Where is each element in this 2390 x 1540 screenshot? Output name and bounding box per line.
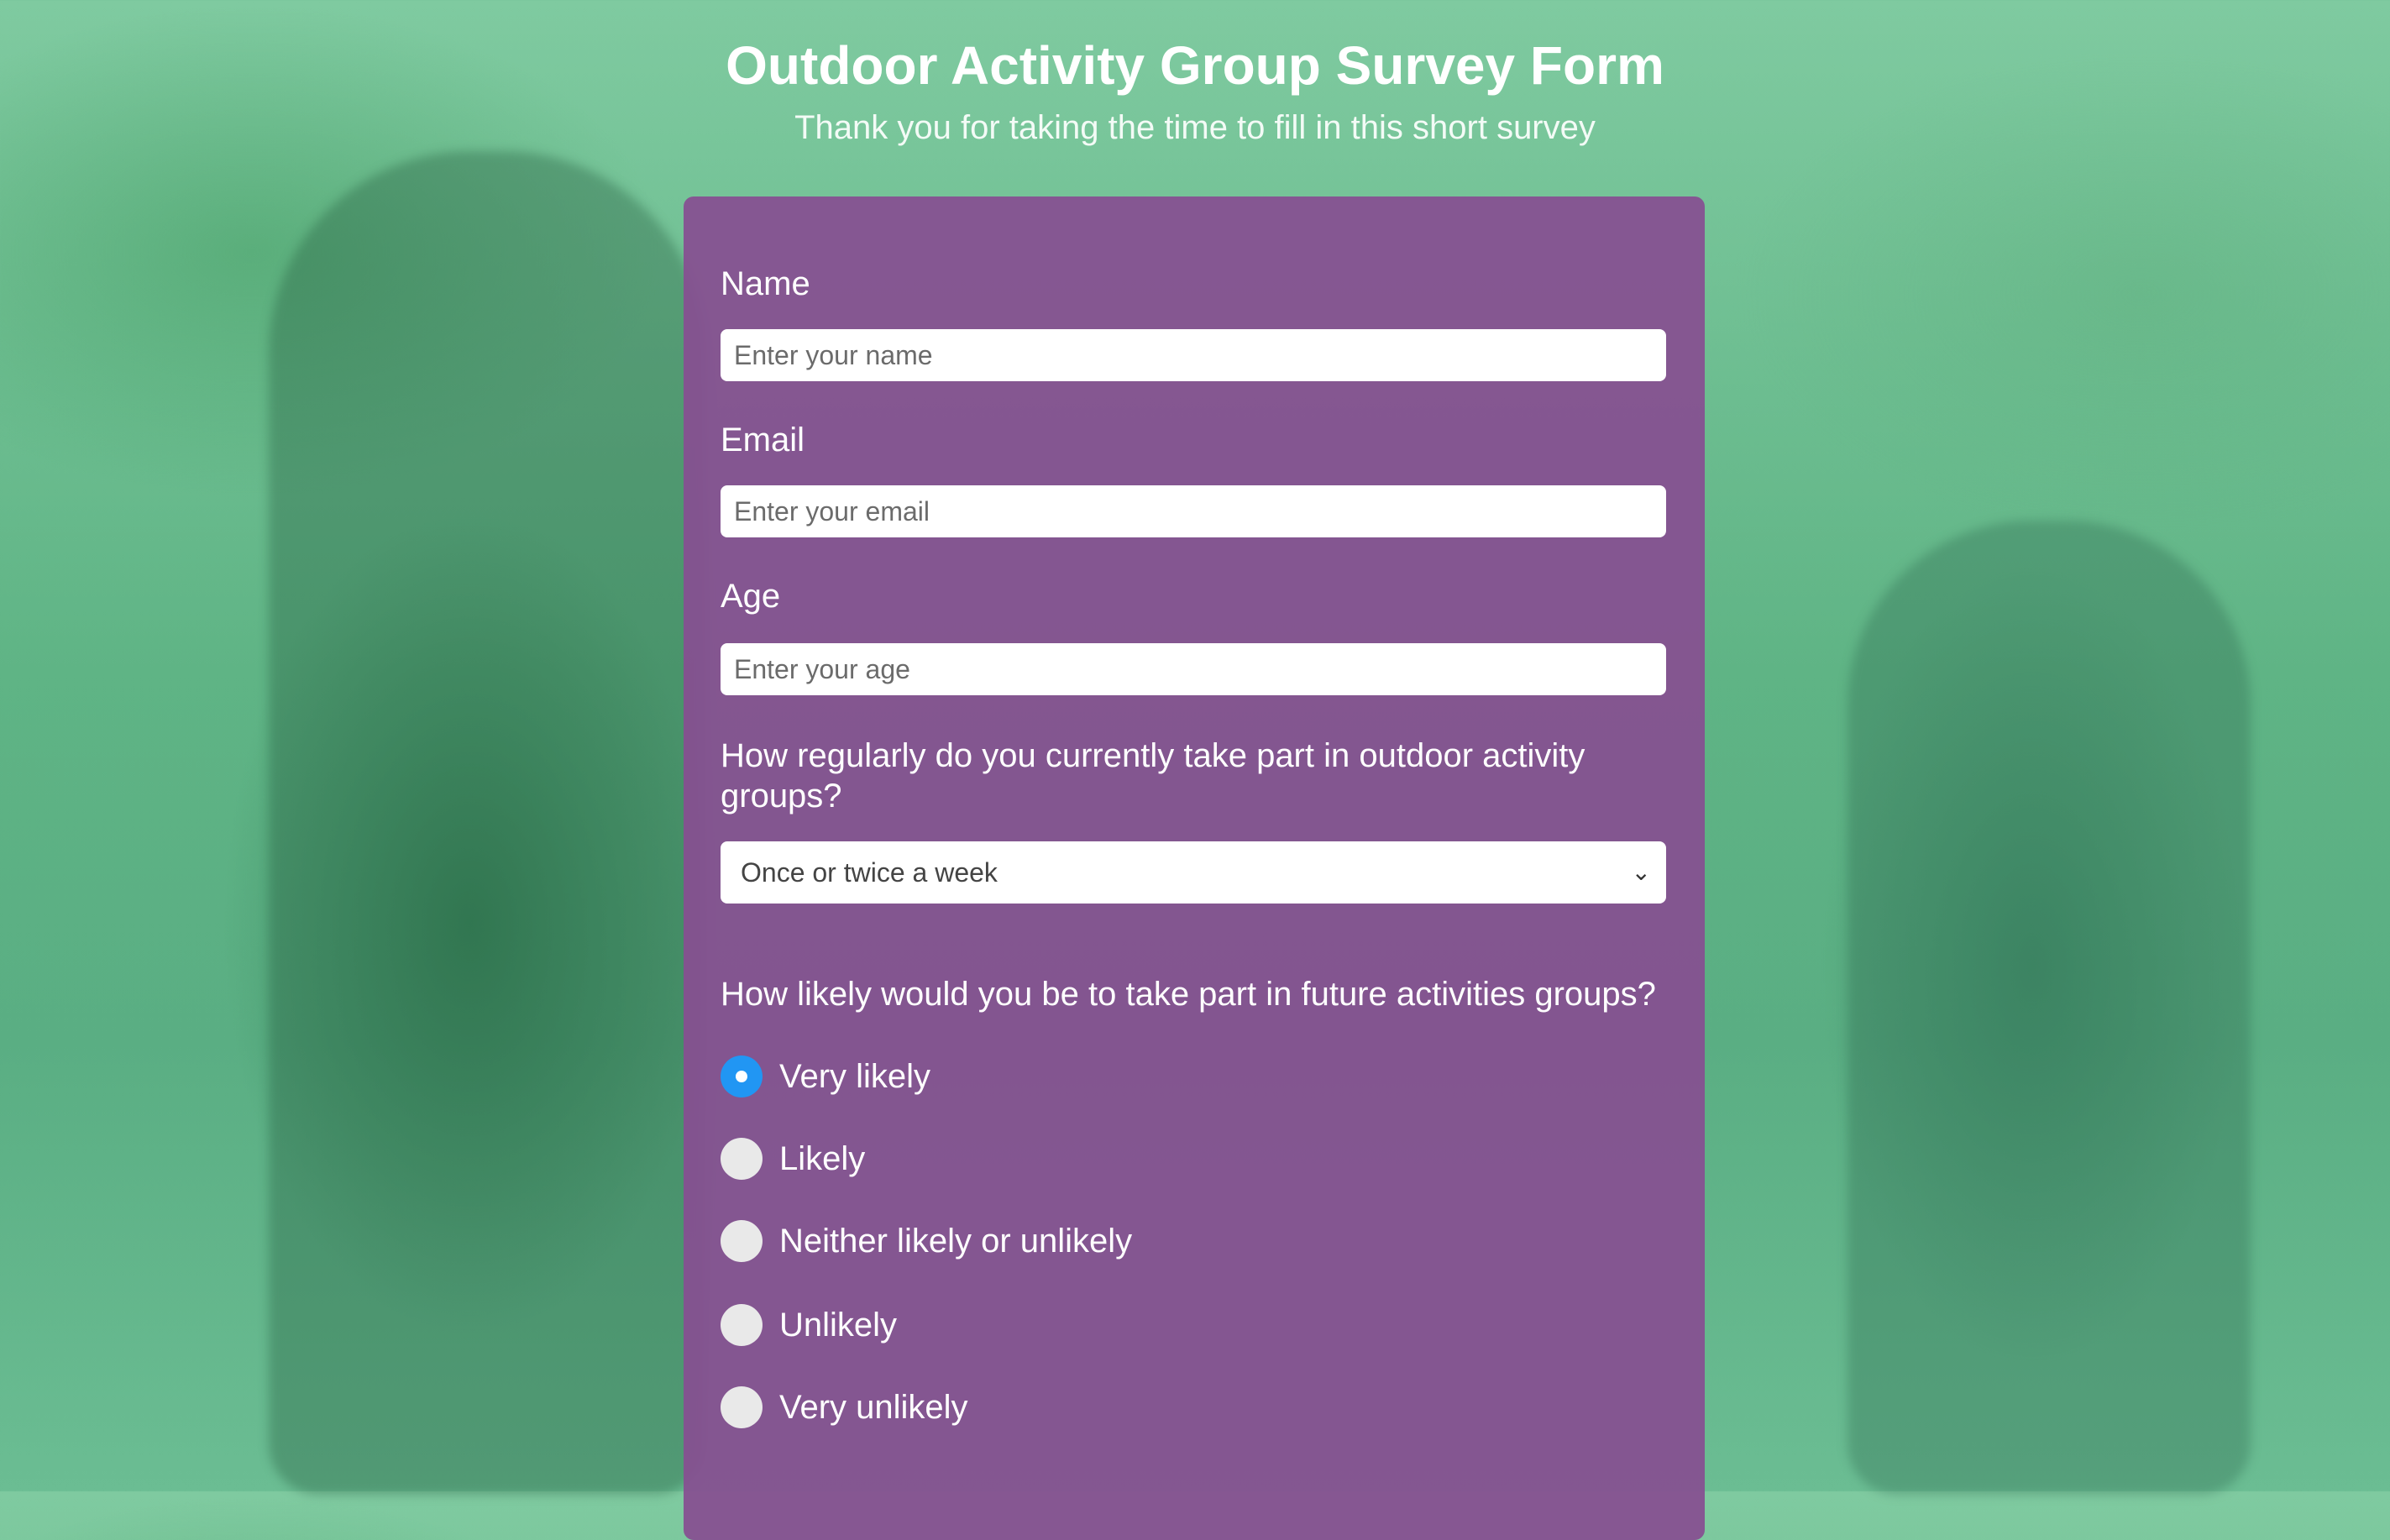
radio-button[interactable] [721, 1138, 763, 1180]
page-title: Outdoor Activity Group Survey Form [726, 35, 1664, 96]
radio-option-neither[interactable]: Neither likely or unlikely [721, 1219, 1132, 1263]
radio-option-very-unlikely[interactable]: Very unlikely [721, 1385, 968, 1429]
page-subtitle: Thank you for taking the time to fill in… [794, 109, 1596, 146]
background-runner-right [1848, 521, 2251, 1495]
radio-button[interactable] [721, 1220, 763, 1262]
frequency-select-value: Once or twice a week [741, 857, 998, 888]
likelihood-question: How likely would you be to take part in … [721, 976, 1656, 1013]
radio-button[interactable] [721, 1304, 763, 1346]
age-label: Age [721, 578, 781, 615]
frequency-select[interactable]: Once or twice a week ⌄ [721, 841, 1666, 904]
email-field[interactable] [721, 485, 1666, 537]
radio-button[interactable] [721, 1055, 763, 1097]
email-label: Email [721, 422, 805, 458]
frequency-question: How regularly do you currently take part… [721, 737, 1585, 815]
page-header: Outdoor Activity Group Survey Form Thank… [0, 32, 2390, 149]
radio-button[interactable] [721, 1386, 763, 1428]
background-runner-left [269, 151, 705, 1495]
radio-label: Neither likely or unlikely [779, 1223, 1133, 1260]
radio-option-unlikely[interactable]: Unlikely [721, 1303, 897, 1347]
chevron-down-icon: ⌄ [1631, 859, 1651, 885]
survey-form: Name Email Age How regularly do you curr… [684, 196, 1705, 1540]
radio-label: Unlikely [779, 1307, 898, 1344]
name-label: Name [721, 265, 810, 302]
radio-option-likely[interactable]: Likely [721, 1137, 865, 1181]
radio-label: Likely [779, 1140, 866, 1177]
age-field[interactable] [721, 643, 1666, 695]
radio-label: Very likely [779, 1058, 931, 1095]
radio-label: Very unlikely [779, 1389, 968, 1426]
name-field[interactable] [721, 329, 1666, 381]
radio-option-very-likely[interactable]: Very likely [721, 1055, 930, 1098]
